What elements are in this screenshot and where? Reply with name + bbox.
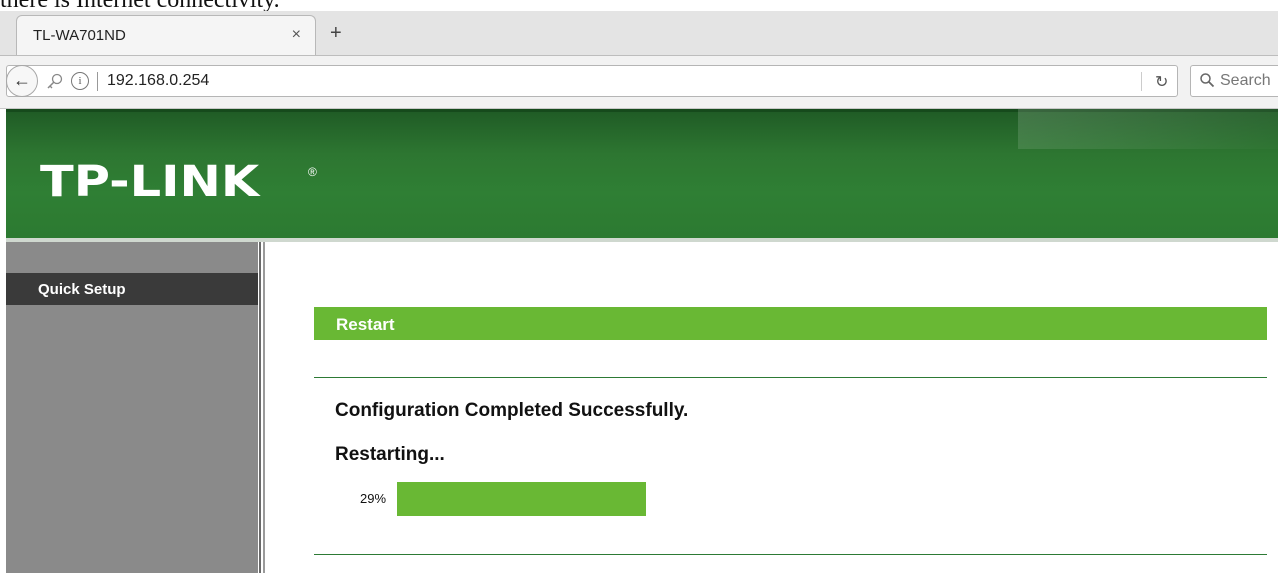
sidebar-menu: Quick Setup [6, 242, 258, 573]
sidebar-item-label: Quick Setup [38, 281, 126, 298]
url-text[interactable]: 192.168.0.254 [107, 72, 209, 90]
reload-icon[interactable]: ↻ [1155, 72, 1168, 92]
navigation-bar: ← i 192.168.0.254 ↻ Search [0, 56, 1278, 109]
new-tab-button[interactable]: + [330, 23, 342, 43]
info-icon[interactable]: i [71, 72, 89, 90]
search-bar[interactable]: Search [1190, 65, 1278, 97]
tab-title: TL-WA701ND [33, 27, 126, 44]
browser-tab[interactable]: TL-WA701ND × [16, 15, 316, 55]
key-icon[interactable] [45, 71, 65, 91]
progress-bar [397, 482, 1257, 516]
search-icon [1200, 73, 1215, 88]
document-text: there is Internet connectivity. [0, 0, 280, 11]
document-text-fragment: there is Internet connectivity. [0, 0, 1278, 11]
section-divider-top [314, 377, 1267, 378]
header-banner: TP-LINK ® [6, 109, 1278, 238]
address-bar[interactable]: ← i 192.168.0.254 ↻ [6, 65, 1178, 97]
completion-message: Configuration Completed Successfully. [335, 400, 689, 421]
section-divider-bottom [314, 554, 1267, 555]
progress-percent: 29% [360, 491, 387, 506]
tab-strip: TL-WA701ND × + [0, 11, 1278, 56]
back-arrow-icon[interactable]: ← [6, 65, 38, 97]
reload-separator [1141, 72, 1142, 91]
section-header: Restart [314, 307, 1267, 340]
close-tab-icon[interactable]: × [292, 26, 301, 44]
section-title: Restart [336, 315, 395, 334]
banner-highlight [1018, 109, 1278, 149]
progress-fill [397, 482, 646, 516]
frame-divider[interactable] [258, 242, 270, 573]
restart-status: Restarting... [335, 444, 445, 465]
tp-link-logo: TP-LINK [40, 157, 260, 207]
search-placeholder: Search [1220, 72, 1271, 89]
sidebar-spacer [6, 242, 258, 273]
url-separator [97, 72, 98, 91]
sidebar-item-quick-setup[interactable]: Quick Setup [6, 273, 258, 305]
registered-mark: ® [308, 165, 317, 179]
